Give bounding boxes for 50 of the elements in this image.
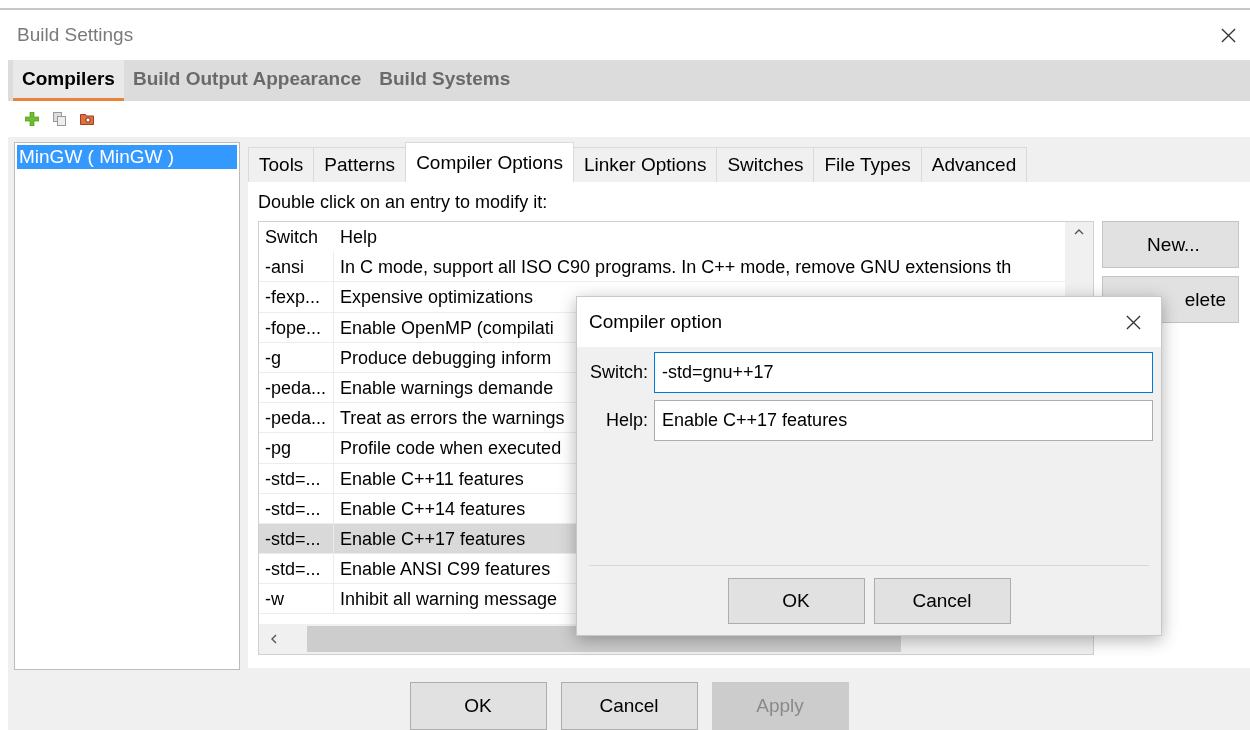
table-cell-text: Enable ANSI C99 features [339,558,552,582]
tab[interactable]: Tools [248,147,315,182]
table-cell-text: Produce debugging inform [339,346,553,370]
window-title: Build Settings [17,24,134,46]
close-icon[interactable] [1221,27,1236,43]
table-cell-text: Enable warnings demande [339,376,555,400]
input-field[interactable]: -std=gnu++17 [654,352,1153,393]
tab[interactable]: Build Systems [370,60,520,102]
side-button[interactable]: New... [1102,221,1239,268]
tab[interactable]: Build Output Appearance [123,60,371,102]
dialog-button[interactable]: Cancel [560,682,698,730]
table-cell: -fope... [259,312,334,342]
tab[interactable]: Compiler Options [405,142,574,182]
table-cell: -std=... [259,493,334,523]
tab[interactable]: Compilers [13,60,124,102]
dialog-title: Compiler option [589,311,723,333]
table-cell-text: Profile code when executed [339,437,563,461]
field-label: Help: [604,410,648,431]
table-cell-text: Enable C++17 features [339,527,527,551]
input-field[interactable]: Enable C++17 features [654,400,1153,441]
table-cell: -peda... [259,372,334,403]
column-header: Switch [264,226,319,249]
folder-search-icon[interactable] [80,113,94,126]
table-cell: -ansi [259,252,334,282]
column-header: Help [339,226,379,249]
table-cell-text: Expensive optimizations [339,286,535,310]
table-cell: -pg [259,433,334,463]
hint-text: Double click on an entry to modify it: [258,192,549,213]
table-cell-text: In C mode, support all ISO C90 programs. In C++ mode, remove GNU extensions th [339,256,1013,280]
table-cell: -std=... [259,554,334,584]
table-cell: -peda... [259,403,334,433]
dialog-button[interactable]: OK [727,577,865,624]
table-cell-text: Enable C++11 features [339,467,525,491]
tab[interactable]: Advanced [920,147,1028,182]
table-cell: -std=... [259,523,334,554]
table-cell-text: Enable OpenMP (compilati [339,316,555,340]
dialog-button[interactable]: OK [409,682,547,730]
copy-icon[interactable] [53,112,66,127]
table-row[interactable]: -ansi In C mode, support all ISO C90 programs. In C++ mode, remove GNU extensions th [259,252,1065,283]
dialog-button[interactable]: Cancel [873,577,1011,624]
table-cell: -std=... [259,463,334,493]
table-cell: -g [259,342,334,372]
table-cell-text: Enable C++14 features [339,497,527,521]
close-icon[interactable] [1126,314,1141,330]
table-cell-text: Inhibit all warning message [339,588,559,612]
plus-icon[interactable] [25,112,39,127]
table-cell: -fexp... [259,282,334,312]
field-label: Switch: [588,362,648,383]
table-cell: -w [259,584,334,614]
table-cell-text: Treat as errors the warnings [339,407,566,431]
